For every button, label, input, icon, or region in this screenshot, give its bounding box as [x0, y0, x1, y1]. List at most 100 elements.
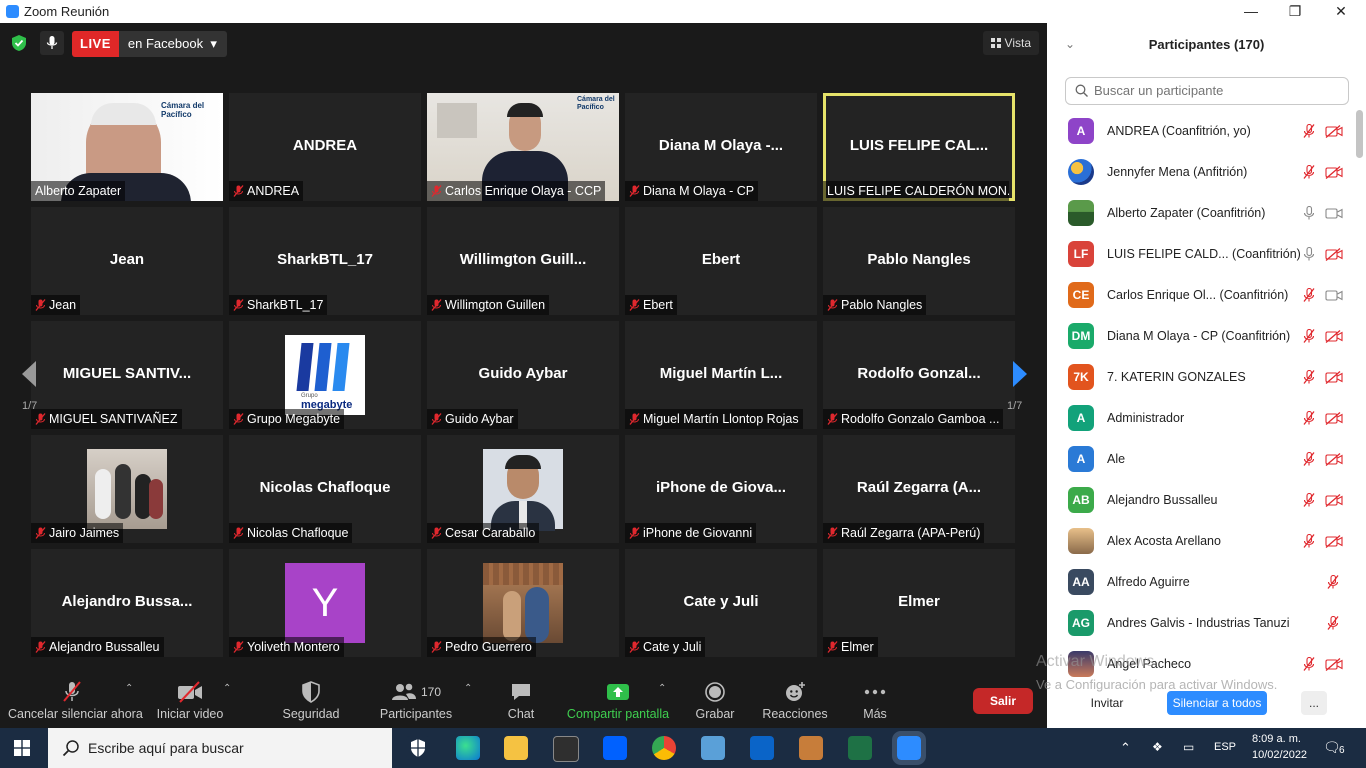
file-explorer-icon[interactable] [504, 736, 528, 760]
participant-row[interactable]: A ANDREA (Coanfitrión, yo) [1047, 111, 1355, 152]
zoom-taskbar-icon[interactable] [892, 731, 926, 765]
participant-video-off-icon[interactable] [1325, 125, 1343, 138]
video-tile[interactable]: Grupo megabyte Grupo Megabyte [229, 321, 421, 429]
search-input[interactable] [1092, 82, 1346, 99]
leave-meeting-button[interactable]: Salir [973, 688, 1033, 714]
participant-muted-mic-icon[interactable] [1303, 534, 1315, 548]
participant-muted-mic-icon[interactable] [1303, 370, 1315, 384]
tray-battery-icon[interactable]: ▭ [1183, 740, 1194, 754]
next-page-arrow-icon[interactable] [1009, 359, 1031, 389]
video-tile[interactable]: Jean Jean [31, 207, 223, 315]
video-tile[interactable]: Miguel Martín L... Miguel Martín Llontop … [625, 321, 817, 429]
participant-mic-icon[interactable] [1303, 247, 1315, 261]
windows-start-icon[interactable] [14, 740, 30, 756]
view-button[interactable]: Vista [983, 31, 1039, 55]
paint-app-icon[interactable] [799, 736, 823, 760]
video-tile[interactable]: Diana M Olaya -... Diana M Olaya - CP [625, 93, 817, 201]
participant-video-off-icon[interactable] [1325, 371, 1343, 384]
tray-dropbox-icon[interactable]: ❖ [1152, 740, 1163, 754]
video-tile[interactable]: Cate y Juli Cate y Juli [625, 549, 817, 657]
encryption-shield-icon[interactable] [10, 34, 28, 52]
video-tile[interactable]: Willimgton Guill... Willimgton Guillen [427, 207, 619, 315]
video-tile[interactable]: Guido Aybar Guido Aybar [427, 321, 619, 429]
reactions-button[interactable]: Reacciones [762, 679, 828, 721]
maximize-button[interactable]: ❐ [1272, 0, 1318, 23]
excel-app-icon[interactable] [848, 736, 872, 760]
live-stream-indicator[interactable]: LIVE en Facebook ▾ [72, 31, 227, 57]
participant-muted-mic-icon[interactable] [1303, 329, 1315, 343]
microsoft-store-icon[interactable] [553, 736, 579, 762]
participant-row[interactable]: A Ale [1047, 439, 1355, 480]
participant-muted-mic-icon[interactable] [1303, 452, 1315, 466]
video-tile[interactable]: Jairo Jaimes [31, 435, 223, 543]
video-tile[interactable]: iPhone de Giova... iPhone de Giovanni [625, 435, 817, 543]
participant-row[interactable]: AB Alejandro Bussalleu [1047, 480, 1355, 521]
live-destination[interactable]: en Facebook ▾ [118, 31, 227, 57]
security-app-icon[interactable] [406, 736, 430, 760]
video-tile[interactable]: LUIS FELIPE CAL... LUIS FELIPE CALDERÓN M… [823, 93, 1015, 201]
minimize-button[interactable]: — [1228, 0, 1274, 23]
participant-list-scrollbar[interactable] [1356, 110, 1363, 158]
video-tile[interactable]: Elmer Elmer [823, 549, 1015, 657]
video-tile[interactable]: Pedro Guerrero [427, 549, 619, 657]
record-button[interactable]: Grabar [692, 679, 738, 721]
tray-expand-chevron-icon[interactable]: ⌃ [1120, 740, 1131, 756]
participants-button[interactable]: 170 Participantes [378, 679, 454, 721]
edge-browser-icon[interactable] [456, 736, 480, 760]
participant-row[interactable]: Alex Acosta Arellano [1047, 521, 1355, 562]
audio-options-caret-icon[interactable]: ⌃ [125, 683, 133, 694]
video-tile[interactable]: Pablo Nangles Pablo Nangles [823, 207, 1015, 315]
video-tile[interactable]: MIGUEL SANTIV... MIGUEL SANTIVAÑEZ [31, 321, 223, 429]
participant-row[interactable]: Alberto Zapater (Coanfitrión) [1047, 193, 1355, 234]
close-window-button[interactable]: ✕ [1318, 0, 1364, 23]
participant-row[interactable]: AA Alfredo Aguirre [1047, 562, 1355, 603]
participant-muted-mic-icon[interactable] [1303, 124, 1315, 138]
participant-video-off-icon[interactable] [1325, 535, 1343, 548]
security-button[interactable]: Seguridad [278, 679, 344, 721]
participant-muted-mic-icon[interactable] [1327, 616, 1339, 630]
network-app-icon[interactable] [701, 736, 725, 760]
participant-muted-mic-icon[interactable] [1327, 575, 1339, 589]
prev-page-arrow-icon[interactable] [18, 359, 40, 389]
video-tile[interactable]: Raúl Zegarra (A... Raúl Zegarra (APA-Perú… [823, 435, 1015, 543]
video-tile[interactable]: Alejandro Bussa... Alejandro Bussalleu [31, 549, 223, 657]
more-button[interactable]: Más [858, 679, 892, 721]
video-tile[interactable]: Nicolas Chafloque Nicolas Chafloque [229, 435, 421, 543]
participant-video-off-icon[interactable] [1325, 166, 1343, 179]
participant-row[interactable]: CE Carlos Enrique Ol... (Coanfitrión) [1047, 275, 1355, 316]
participant-muted-mic-icon[interactable] [1303, 493, 1315, 507]
participant-video-off-icon[interactable] [1325, 494, 1343, 507]
participant-row[interactable]: AG Andres Galvis - Industrias Tanuzi [1047, 603, 1355, 644]
participant-video-off-icon[interactable] [1325, 658, 1343, 671]
video-tile[interactable]: Cámara del Pacífico Carlos Enrique Olaya -… [427, 93, 619, 201]
start-video-button[interactable]: Iniciar video [154, 679, 226, 721]
participant-row[interactable]: LF LUIS FELIPE CALD... (Coanfitrión) [1047, 234, 1355, 275]
participant-video-off-icon[interactable] [1325, 412, 1343, 425]
mail-app-icon[interactable] [750, 736, 774, 760]
share-screen-button[interactable]: Compartir pantalla [566, 679, 670, 721]
tray-date[interactable]: 10/02/2022 [1252, 749, 1307, 761]
mute-all-button[interactable]: Silenciar a todos [1167, 691, 1267, 715]
share-options-caret-icon[interactable]: ⌃ [658, 683, 666, 694]
video-tile[interactable]: SharkBTL_17 SharkBTL_17 [229, 207, 421, 315]
participants-options-caret-icon[interactable]: ⌃ [464, 683, 472, 694]
chrome-browser-icon[interactable] [652, 736, 676, 760]
participant-muted-mic-icon[interactable] [1303, 288, 1315, 302]
chat-button[interactable]: Chat [500, 679, 542, 721]
participant-row[interactable]: 7K 7. KATERIN GONZALES [1047, 357, 1355, 398]
taskbar-search[interactable]: Escribe aquí para buscar [48, 728, 392, 768]
video-tile[interactable]: Ebert Ebert [625, 207, 817, 315]
dropbox-icon[interactable] [603, 736, 627, 760]
invite-button[interactable]: Invitar [1085, 691, 1129, 715]
participant-mic-icon[interactable] [1303, 206, 1315, 220]
tray-time[interactable]: 8:09 a. m. [1252, 733, 1301, 745]
participant-muted-mic-icon[interactable] [1303, 411, 1315, 425]
video-tile[interactable]: ANDREA ANDREA [229, 93, 421, 201]
participant-video-icon[interactable] [1325, 207, 1343, 220]
participant-row[interactable]: DM Diana M Olaya - CP (Coanfitrión) [1047, 316, 1355, 357]
panel-more-button[interactable]: ... [1301, 691, 1327, 715]
participant-video-off-icon[interactable] [1325, 248, 1343, 261]
video-options-caret-icon[interactable]: ⌃ [223, 683, 231, 694]
video-tile[interactable]: Cesar Caraballo [427, 435, 619, 543]
tray-language[interactable]: ESP [1214, 741, 1236, 753]
